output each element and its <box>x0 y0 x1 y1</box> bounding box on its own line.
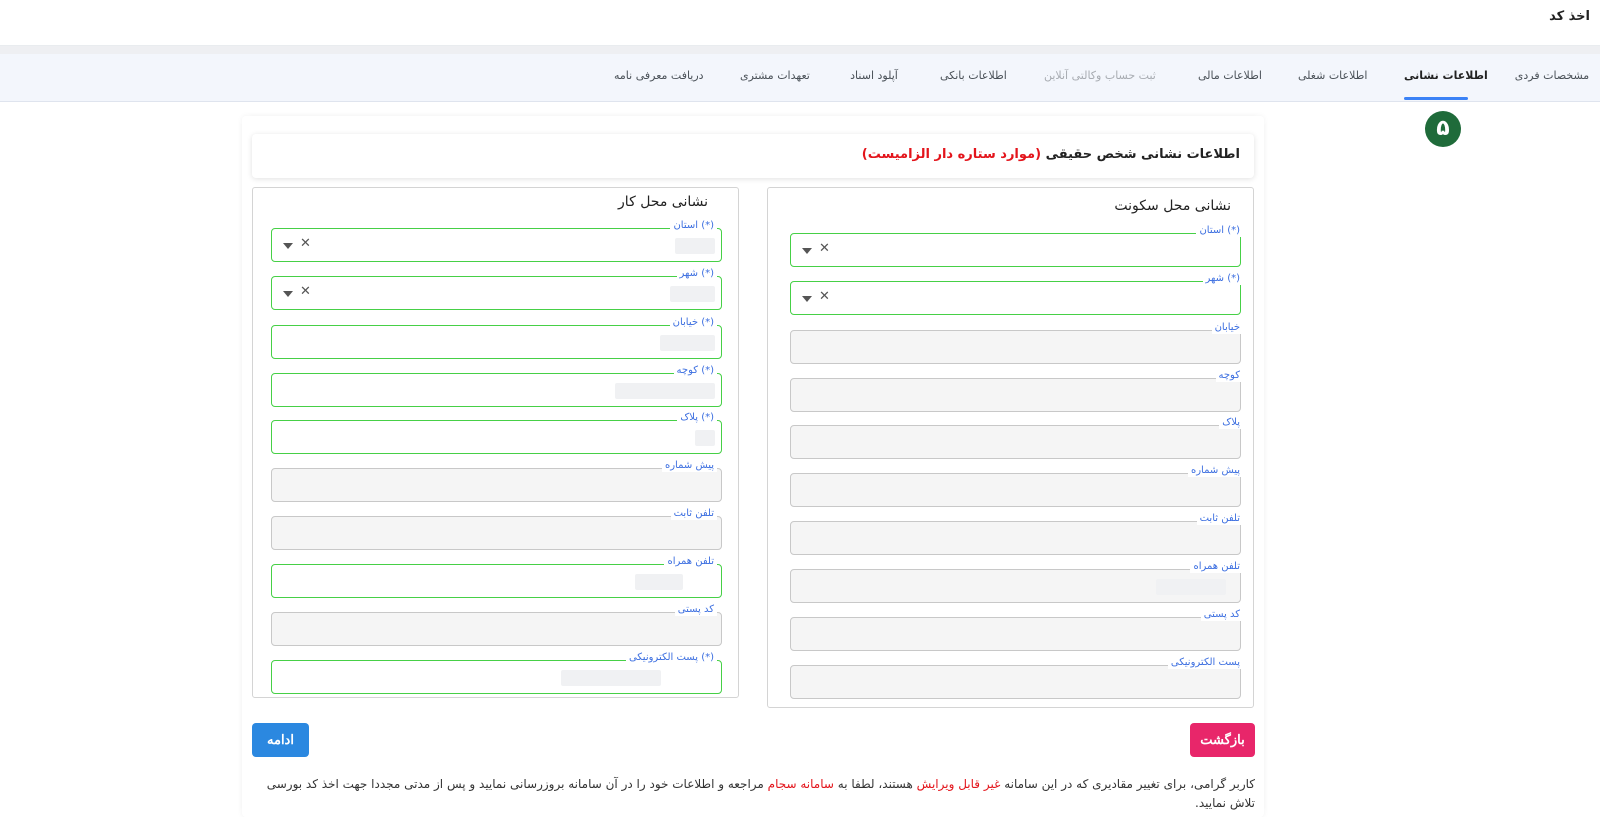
tab-personal-info[interactable]: مشخصات فردی <box>1512 54 1592 102</box>
residence-mobile-field[interactable]: تلفن همراه <box>790 561 1243 603</box>
residence-alley-label: کوچه <box>1215 370 1243 382</box>
redacted-value <box>561 670 661 686</box>
work-mobile-field[interactable]: تلفن همراه <box>271 556 722 598</box>
work-mobile-label: تلفن همراه <box>664 556 717 568</box>
redacted-value <box>695 430 715 446</box>
notice-not-editable: غیر قابل ویرایش <box>916 777 1001 791</box>
residence-email-field[interactable]: پست الکترونیکی <box>790 657 1243 699</box>
residence-city-select[interactable]: شهر (*) ✕ <box>790 273 1243 315</box>
step-number-badge: ۵ <box>1425 111 1461 147</box>
notice-part-2: هستند، لطفا به <box>833 777 917 791</box>
residence-address-section: نشانی محل سکونت استان (*) ✕ شهر (*) ✕ خی… <box>767 187 1254 708</box>
work-email-field[interactable]: پست الکترونیکی (*) <box>271 652 722 694</box>
work-phone-field[interactable]: تلفن ثابت <box>271 508 722 550</box>
residence-area-code-label: پیش شماره <box>1187 465 1243 477</box>
work-area-code-field[interactable]: پیش شماره <box>271 460 722 502</box>
redacted-value <box>675 238 715 254</box>
notice-text: کاربر گرامی، برای تغییر مقادیری که در ای… <box>250 775 1255 813</box>
tab-address-info[interactable]: اطلاعات نشانی <box>1404 54 1488 102</box>
redacted-value <box>660 335 715 351</box>
work-email-label: پست الکترونیکی (*) <box>625 652 717 664</box>
chevron-down-icon[interactable] <box>802 248 812 254</box>
residence-phone-field[interactable]: تلفن ثابت <box>790 513 1243 555</box>
form-header: اطلاعات نشانی شخص حقیقی (موارد ستاره دار… <box>252 134 1254 178</box>
work-postal-code-label: کد پستی <box>674 604 717 616</box>
residence-street-label: خیابان <box>1211 322 1243 334</box>
work-section-title: نشانی محل کار <box>618 194 708 210</box>
chevron-down-icon[interactable] <box>283 291 293 297</box>
clear-icon[interactable]: ✕ <box>300 284 311 300</box>
required-note: (موارد ستاره دار الزامیست) <box>861 147 1042 162</box>
step-tabs: مشخصات فردی اطلاعات نشانی اطلاعات شغلی ا… <box>0 54 1600 102</box>
residence-postal-code-label: کد پستی <box>1200 609 1243 621</box>
form-title-text: اطلاعات نشانی شخص حقیقی <box>1045 147 1240 162</box>
residence-alley-field[interactable]: کوچه <box>790 370 1243 412</box>
work-alley-label: کوچه (*) <box>673 365 717 377</box>
app-title: اخذ کد <box>1549 9 1590 24</box>
tab-online-account: ثبت حساب وکالتی آنلاین <box>1044 69 1156 82</box>
residence-area-code-field[interactable]: پیش شماره <box>790 465 1243 507</box>
residence-postal-code-field[interactable]: کد پستی <box>790 609 1243 651</box>
residence-plaque-field[interactable]: پلاک <box>790 417 1243 459</box>
notice-part-1: کاربر گرامی، برای تغییر مقادیری که در ای… <box>1000 777 1255 791</box>
back-button[interactable]: بازگشت <box>1190 723 1255 757</box>
work-address-section: نشانی محل کار استان (*) ✕ شهر (*) ✕ خیاب… <box>252 187 739 698</box>
redacted-value <box>1156 579 1226 595</box>
work-area-code-label: پیش شماره <box>661 460 717 472</box>
notice-sejam-link[interactable]: سامانه سجام <box>768 777 834 791</box>
work-street-label: خیابان (*) <box>669 317 717 329</box>
work-street-field[interactable]: خیابان (*) <box>271 317 722 359</box>
redacted-value <box>635 574 683 590</box>
chevron-down-icon[interactable] <box>802 296 812 302</box>
top-bar: اخذ کد <box>0 0 1600 46</box>
work-city-label: شهر (*) <box>676 268 717 280</box>
form-title: اطلاعات نشانی شخص حقیقی (موارد ستاره دار… <box>862 147 1240 162</box>
clear-icon[interactable]: ✕ <box>819 289 830 305</box>
work-province-select[interactable]: استان (*) ✕ <box>271 220 722 262</box>
tab-bank-info[interactable]: اطلاعات بانکی <box>940 54 1007 102</box>
continue-button[interactable]: ادامه <box>252 723 309 757</box>
residence-mobile-label: تلفن همراه <box>1190 561 1243 573</box>
tab-customer-commitments[interactable]: تعهدات مشتری <box>740 54 810 102</box>
header-divider <box>0 46 1600 54</box>
residence-street-field[interactable]: خیابان <box>790 322 1243 364</box>
clear-icon[interactable]: ✕ <box>300 236 311 252</box>
work-city-select[interactable]: شهر (*) ✕ <box>271 268 722 310</box>
work-postal-code-field[interactable]: کد پستی <box>271 604 722 646</box>
work-province-label: استان (*) <box>670 220 717 232</box>
residence-province-label: استان (*) <box>1196 225 1243 237</box>
redacted-value <box>670 286 715 302</box>
residence-section-title: نشانی محل سکونت <box>1114 198 1231 214</box>
tab-introduction-letter[interactable]: دریافت معرفی نامه <box>614 54 704 102</box>
residence-email-label: پست الکترونیکی <box>1167 657 1243 669</box>
redacted-value <box>615 383 715 399</box>
work-phone-label: تلفن ثابت <box>670 508 717 520</box>
residence-plaque-label: پلاک <box>1219 417 1243 429</box>
residence-phone-label: تلفن ثابت <box>1196 513 1243 525</box>
chevron-down-icon[interactable] <box>283 243 293 249</box>
work-plaque-field[interactable]: پلاک (*) <box>271 412 722 454</box>
tab-upload-documents[interactable]: آپلود اسناد <box>850 54 898 102</box>
work-plaque-label: پلاک (*) <box>677 412 717 424</box>
tab-financial-info[interactable]: اطلاعات مالی <box>1198 54 1262 102</box>
work-alley-field[interactable]: کوچه (*) <box>271 365 722 407</box>
tab-job-info[interactable]: اطلاعات شغلی <box>1298 54 1367 102</box>
clear-icon[interactable]: ✕ <box>819 241 830 257</box>
residence-province-select[interactable]: استان (*) ✕ <box>790 225 1243 267</box>
residence-city-label: شهر (*) <box>1202 273 1243 285</box>
